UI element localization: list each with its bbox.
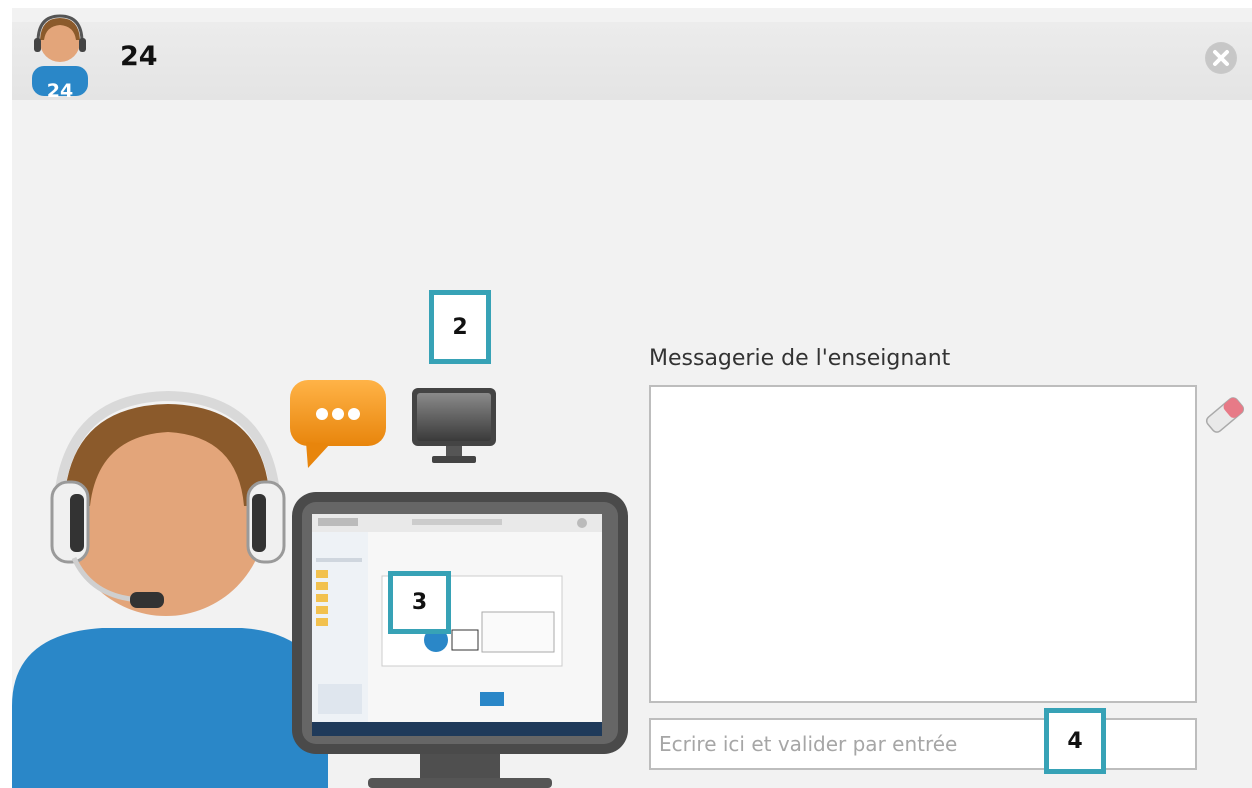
screen-thumbnail[interactable] (312, 514, 602, 736)
screenshot-preview (312, 514, 602, 736)
student-window: 24 24 Messagerie de l'enseignant Ecrire … (12, 8, 1252, 788)
message-input[interactable] (649, 718, 1197, 770)
avatar-badge: 24 (46, 80, 74, 102)
marker-3: 3 (388, 571, 451, 634)
messaging-area[interactable] (649, 385, 1197, 703)
messaging-label: Messagerie de l'enseignant (649, 346, 951, 371)
window-title: 24 (120, 41, 158, 72)
monitor-icon[interactable] (408, 384, 500, 468)
eraser-icon[interactable] (1200, 390, 1250, 440)
close-icon (1206, 43, 1236, 73)
close-button[interactable] (1205, 42, 1237, 74)
marker-2: 2 (429, 290, 491, 364)
title-bar (12, 22, 1252, 100)
marker-4: 4 (1044, 708, 1106, 774)
